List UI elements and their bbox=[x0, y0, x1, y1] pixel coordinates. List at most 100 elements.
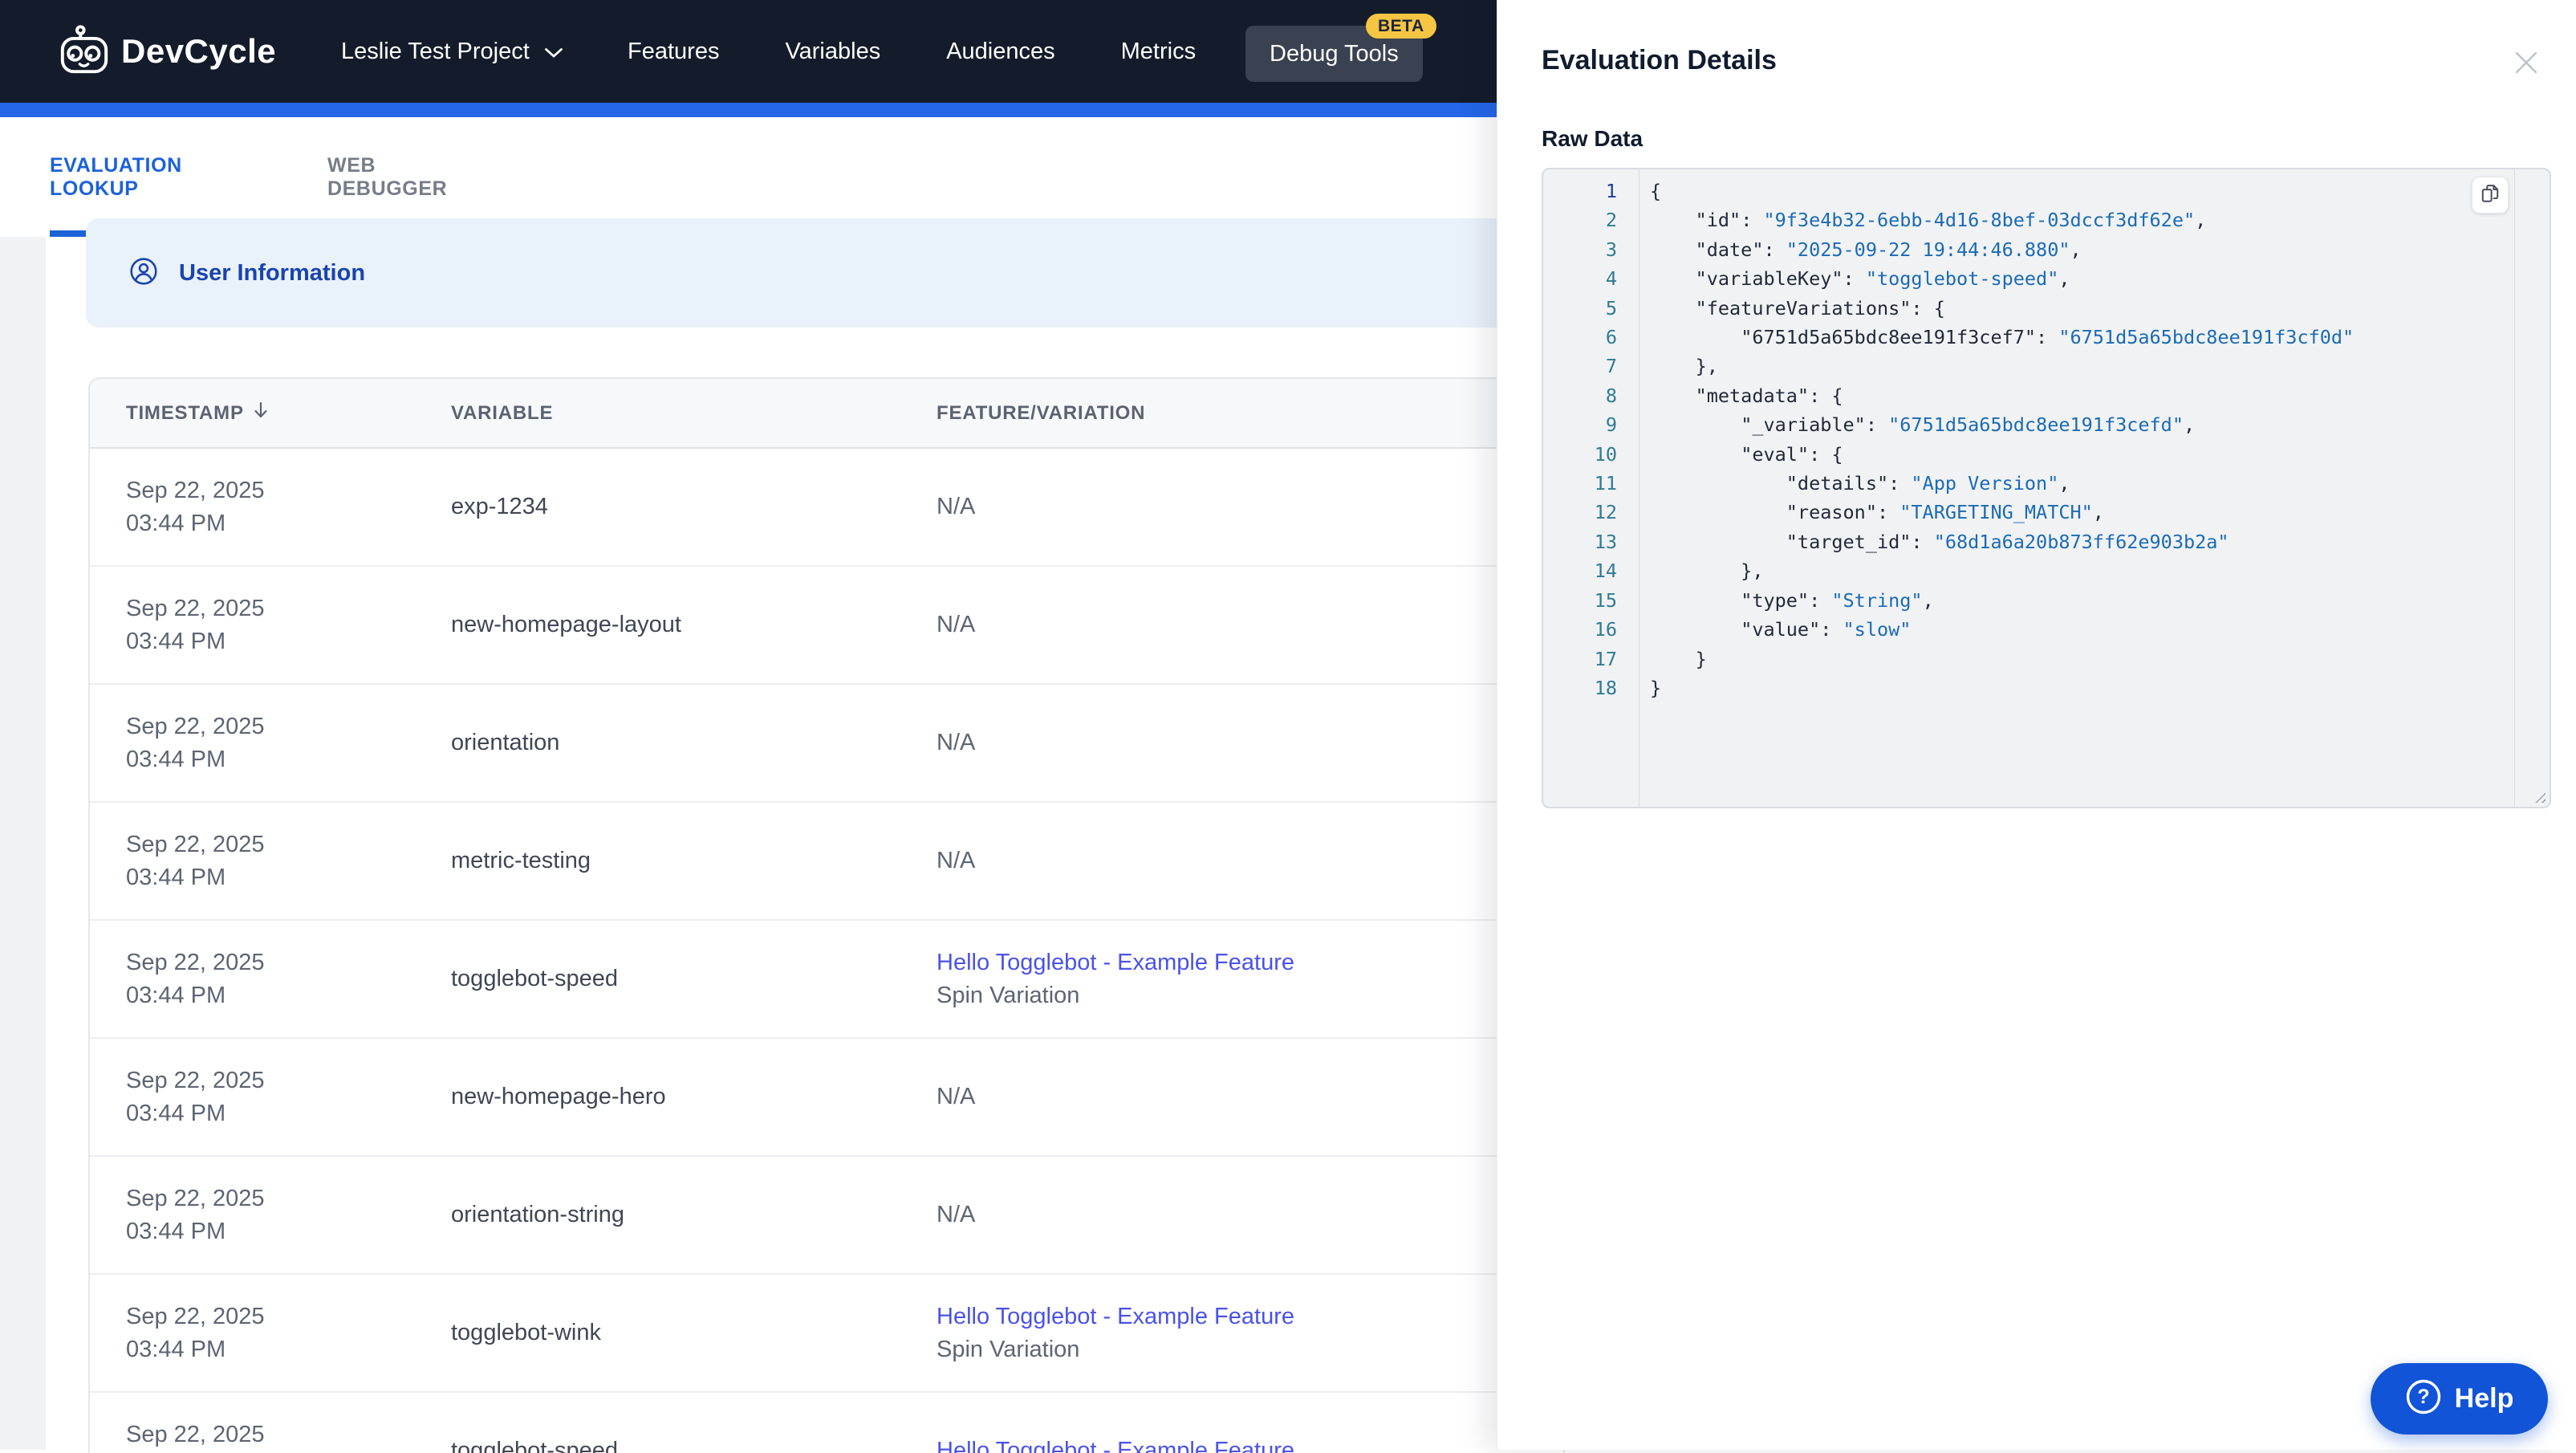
header-variable[interactable]: VARIABLE bbox=[451, 402, 937, 425]
close-icon[interactable] bbox=[2509, 45, 2544, 80]
line-number: 16 bbox=[1543, 615, 1639, 644]
code-line: 3 "date": "2025-09-22 19:44:46.880", bbox=[1543, 235, 2514, 264]
code-line: 13 "target_id": "68d1a6a20b873ff62e903b2… bbox=[1543, 527, 2514, 556]
line-number: 9 bbox=[1543, 410, 1639, 439]
debug-tools-label: Debug Tools bbox=[1270, 41, 1399, 67]
timestamp-date: Sep 22, 2025 bbox=[126, 1064, 451, 1097]
table-row[interactable]: Sep 22, 202503:44 PMorientationN/A bbox=[90, 685, 1563, 803]
line-number: 12 bbox=[1543, 498, 1639, 527]
line-number: 2 bbox=[1543, 206, 1639, 234]
feature-link[interactable]: Hello Togglebot - Example Feature bbox=[937, 1435, 1563, 1453]
code-line: 2 "id": "9f3e4b32-6ebb-4d16-8bef-03dccf3… bbox=[1543, 206, 2514, 234]
user-information-banner[interactable]: User Information bbox=[86, 218, 1530, 328]
feature-link[interactable]: Hello Togglebot - Example Feature bbox=[937, 1300, 1563, 1333]
beta-label: BETA bbox=[1378, 17, 1424, 36]
code-line: 15 "type": "String", bbox=[1543, 586, 2514, 615]
raw-data-code-editor[interactable]: 1{2 "id": "9f3e4b32-6ebb-4d16-8bef-03dcc… bbox=[1542, 168, 2551, 808]
code-line: 14 }, bbox=[1543, 556, 2514, 585]
code-line: 1{ bbox=[1543, 177, 2514, 206]
line-content: "variableKey": "togglebot-speed", bbox=[1639, 264, 2070, 293]
table-row[interactable]: Sep 22, 202503:44 PMorientation-stringN/… bbox=[90, 1157, 1563, 1275]
line-content: { bbox=[1639, 177, 1661, 206]
tab-web-debugger-label: WEB DEBUGGER bbox=[327, 154, 488, 201]
line-content: "type": "String", bbox=[1639, 586, 1934, 615]
timestamp-time: 03:44 PM bbox=[126, 743, 451, 776]
table-body: Sep 22, 202503:44 PMexp-1234N/ASep 22, 2… bbox=[90, 449, 1563, 1453]
timestamp-time: 03:44 PM bbox=[126, 1215, 451, 1248]
line-number: 11 bbox=[1543, 469, 1639, 498]
variable-key: togglebot-speed bbox=[451, 1438, 937, 1453]
nav-links: Features Variables Audiences Metrics bbox=[628, 0, 1196, 103]
evaluations-table: TIMESTAMP VARIABLE FEATURE/VARIATION Sep… bbox=[88, 377, 1565, 1453]
line-number: 10 bbox=[1543, 440, 1639, 469]
panel-title: Evaluation Details bbox=[1542, 45, 1777, 76]
help-icon: ? bbox=[2405, 1378, 2442, 1419]
line-number: 15 bbox=[1543, 586, 1639, 615]
line-content: }, bbox=[1639, 556, 1763, 585]
code-line: 10 "eval": { bbox=[1543, 440, 2514, 469]
timestamp-date: Sep 22, 2025 bbox=[126, 474, 451, 507]
line-number: 8 bbox=[1543, 381, 1639, 410]
scroll-gutter-divider bbox=[2514, 169, 2515, 807]
help-label: Help bbox=[2455, 1383, 2514, 1414]
brand[interactable]: DevCycle bbox=[60, 0, 276, 103]
table-row[interactable]: Sep 22, 202503:44 PMexp-1234N/A bbox=[90, 449, 1563, 567]
code-line: 18} bbox=[1543, 674, 2514, 702]
timestamp-time: 03:44 PM bbox=[126, 1333, 451, 1366]
line-content: "target_id": "68d1a6a20b873ff62e903b2a" bbox=[1639, 527, 2229, 556]
variation-name: Spin Variation bbox=[937, 979, 1563, 1012]
page-background-strip bbox=[0, 237, 46, 1450]
code-line: 6 "6751d5a65bdc8ee191f3cef7": "6751d5a65… bbox=[1543, 323, 2514, 352]
devcycle-logo-icon bbox=[60, 20, 108, 83]
nav-link-variables[interactable]: Variables bbox=[785, 39, 880, 65]
header-timestamp-label: TIMESTAMP bbox=[126, 402, 244, 425]
copy-icon bbox=[2480, 183, 2501, 208]
help-button[interactable]: ? Help bbox=[2371, 1363, 2548, 1435]
table-row[interactable]: Sep 22, 202503:44 PMmetric-testingN/A bbox=[90, 803, 1563, 921]
variable-key: orientation bbox=[451, 730, 937, 756]
line-content: } bbox=[1639, 645, 1707, 674]
timestamp-date: Sep 22, 2025 bbox=[126, 946, 451, 979]
nav-link-features[interactable]: Features bbox=[628, 39, 719, 65]
line-number: 18 bbox=[1543, 674, 1639, 702]
nav-link-audiences[interactable]: Audiences bbox=[946, 39, 1054, 65]
line-number: 6 bbox=[1543, 323, 1639, 352]
line-content: "details": "App Version", bbox=[1639, 469, 2070, 498]
table-row[interactable]: Sep 22, 202503:44 PMnew-homepage-heroN/A bbox=[90, 1039, 1563, 1157]
tab-evaluation-lookup-label: EVALUATION LOOKUP bbox=[50, 154, 273, 201]
header-feature-variation[interactable]: FEATURE/VARIATION bbox=[937, 402, 1563, 425]
line-number: 5 bbox=[1543, 294, 1639, 323]
line-content: "id": "9f3e4b32-6ebb-4d16-8bef-03dccf3df… bbox=[1639, 206, 2206, 234]
line-content: "_variable": "6751d5a65bdc8ee191f3cefd", bbox=[1639, 410, 2195, 439]
table-row[interactable]: Sep 22, 202503:44 PMtogglebot-speedHello… bbox=[90, 1393, 1563, 1453]
beta-badge: BETA bbox=[1366, 14, 1436, 39]
line-content: "featureVariations": { bbox=[1639, 294, 1945, 323]
timestamp-date: Sep 22, 2025 bbox=[126, 710, 451, 743]
feature-na: N/A bbox=[937, 730, 1563, 756]
code-line: 5 "featureVariations": { bbox=[1543, 294, 2514, 323]
code-line: 11 "details": "App Version", bbox=[1543, 469, 2514, 498]
variable-key: new-homepage-hero bbox=[451, 1084, 937, 1110]
feature-link[interactable]: Hello Togglebot - Example Feature bbox=[937, 946, 1563, 979]
timestamp-date: Sep 22, 2025 bbox=[126, 1300, 451, 1333]
copy-button[interactable] bbox=[2472, 177, 2509, 214]
resize-handle[interactable] bbox=[2532, 789, 2546, 803]
table-row[interactable]: Sep 22, 202503:44 PMtogglebot-winkHello … bbox=[90, 1275, 1563, 1393]
line-content: }, bbox=[1639, 352, 1718, 381]
timestamp-time: 03:44 PM bbox=[126, 861, 451, 894]
line-content: "metadata": { bbox=[1639, 381, 1843, 410]
project-selector[interactable]: Leslie Test Project bbox=[341, 0, 563, 103]
table-row[interactable]: Sep 22, 202503:44 PMnew-homepage-layoutN… bbox=[90, 567, 1563, 685]
evaluation-details-panel: Evaluation Details Raw Data 1{2 "id": "9… bbox=[1497, 0, 2576, 1450]
code-line: 9 "_variable": "6751d5a65bdc8ee191f3cefd… bbox=[1543, 410, 2514, 439]
line-number: 1 bbox=[1543, 177, 1639, 206]
line-number: 7 bbox=[1543, 352, 1639, 381]
line-content: "reason": "TARGETING_MATCH", bbox=[1639, 498, 2104, 527]
sort-desc-icon bbox=[252, 401, 270, 425]
banner-title: User Information bbox=[179, 260, 365, 287]
table-row[interactable]: Sep 22, 202503:44 PMtogglebot-speedHello… bbox=[90, 921, 1563, 1039]
line-number: 3 bbox=[1543, 235, 1639, 264]
header-timestamp[interactable]: TIMESTAMP bbox=[90, 401, 451, 425]
timestamp-date: Sep 22, 2025 bbox=[126, 1418, 451, 1451]
nav-link-metrics[interactable]: Metrics bbox=[1121, 39, 1196, 65]
